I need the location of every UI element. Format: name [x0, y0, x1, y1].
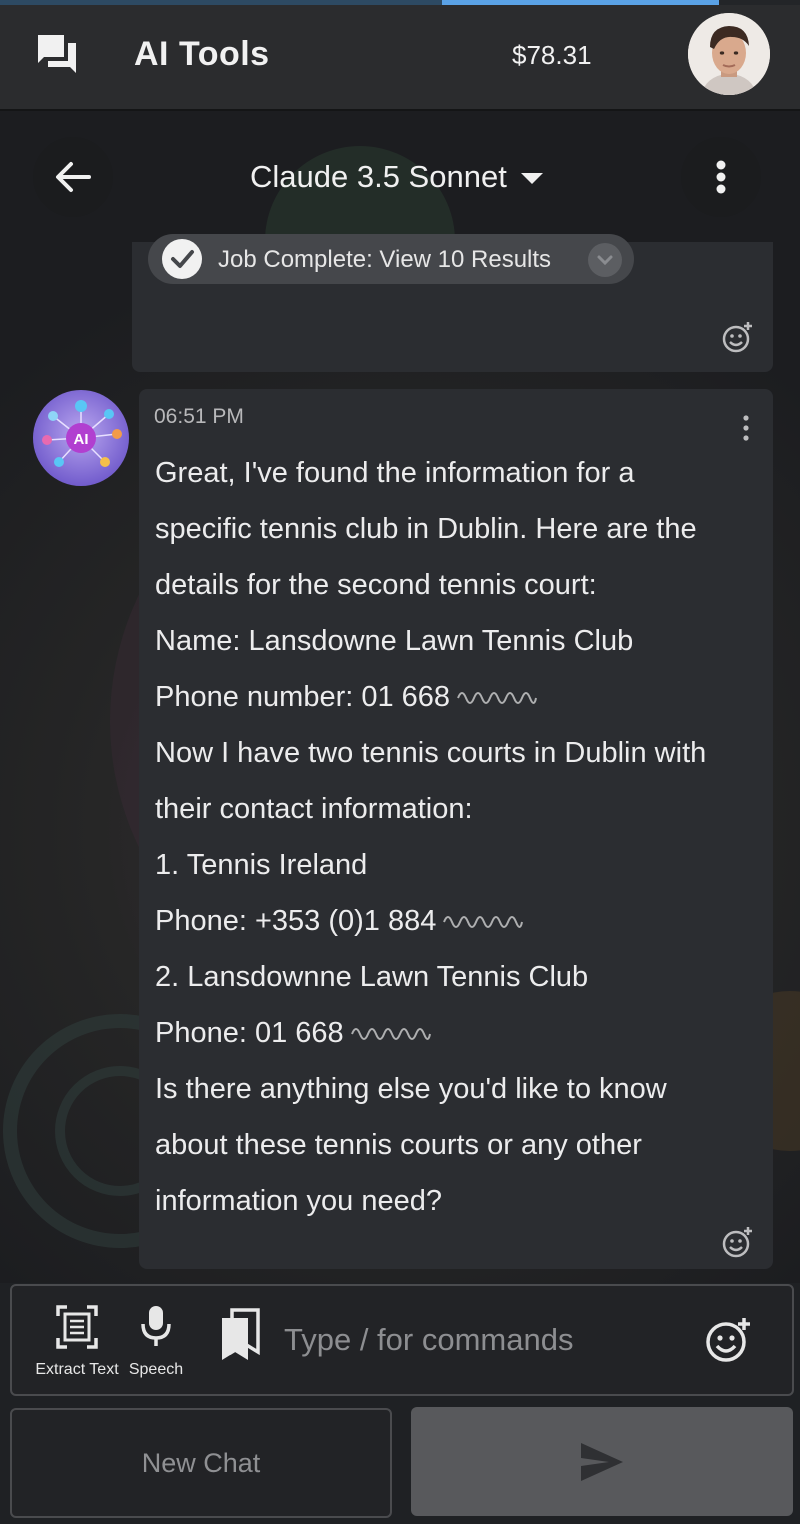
conversation-area[interactable]: Claude 3.5 Sonnet Job Complete: View 10 …: [0, 111, 800, 1283]
svg-text:AI: AI: [74, 431, 89, 448]
message-line-with-redaction: Phone: +353 (0)1 884: [155, 893, 767, 949]
new-chat-button[interactable]: New Chat: [10, 1408, 392, 1518]
speech-label: Speech: [128, 1361, 184, 1378]
assistant-avatar: AI: [33, 390, 129, 486]
message-line-with-redaction: Phone: 01 668: [155, 1005, 767, 1061]
emoji-add-icon[interactable]: [721, 320, 755, 354]
emoji-add-icon[interactable]: [704, 1316, 752, 1364]
user-avatar[interactable]: [688, 13, 770, 95]
model-selector[interactable]: Claude 3.5 Sonnet: [250, 159, 543, 195]
extract-text-button[interactable]: Extract Text: [32, 1304, 122, 1379]
message-line: 1. Tennis Ireland: [155, 849, 368, 881]
message-timestamp: 06:51 PM: [154, 405, 244, 428]
message-input[interactable]: [282, 1314, 686, 1366]
message-line: Great, I've found the information for a: [155, 457, 635, 489]
message-line: specific tennis club in Dublin. Here are…: [155, 513, 697, 545]
message-text: Great, I've found the information for a …: [155, 445, 767, 1229]
message-line: Now I have two tennis courts in Dublin w…: [155, 737, 707, 769]
message-line: Name: Lansdowne Lawn Tennis Club: [155, 625, 634, 657]
message-line: Phone: +353 (0)1 884: [155, 905, 437, 937]
send-button[interactable]: [411, 1407, 793, 1516]
send-icon: [581, 1443, 623, 1481]
bookmarks-icon[interactable]: [218, 1308, 264, 1360]
emoji-add-icon[interactable]: [721, 1225, 755, 1259]
message-line: details for the second tennis court:: [155, 569, 597, 601]
message-line: information you need?: [155, 1185, 442, 1217]
message-line: their contact information:: [155, 793, 473, 825]
speech-button[interactable]: Speech: [126, 1304, 186, 1379]
top-app-bar: AI Tools $78.31: [0, 5, 800, 111]
redaction-scribble: [443, 916, 524, 929]
job-status-pill[interactable]: Job Complete: View 10 Results: [148, 234, 634, 284]
chevron-down-icon[interactable]: [588, 243, 622, 277]
message-line: Phone: 01 668: [155, 1017, 344, 1049]
account-balance: $78.31: [512, 40, 592, 70]
job-status-label: Job Complete: View 10 Results: [218, 246, 552, 273]
more-options-button[interactable]: [681, 137, 761, 217]
caret-down-icon: [520, 173, 543, 185]
message-composer: Extract Text Speech: [10, 1284, 794, 1396]
previous-message-bubble: Job Complete: View 10 Results: [132, 234, 773, 372]
microphone-icon: [141, 1306, 171, 1346]
vertical-dots-icon: [716, 160, 726, 194]
message-line: 2. Lansdownne Lawn Tennis Club: [155, 961, 589, 993]
model-name: Claude 3.5 Sonnet: [250, 159, 507, 194]
extract-text-label: Extract Text: [35, 1361, 119, 1378]
scan-text-icon: [56, 1305, 98, 1349]
check-circle-icon: [162, 239, 202, 279]
message-line: Phone number: 01 668: [155, 681, 451, 713]
redaction-scribble: [350, 1028, 431, 1041]
app-title: AI Tools: [134, 35, 270, 73]
message-menu-icon[interactable]: [741, 415, 751, 441]
message-line: about these tennis courts or any other: [155, 1129, 642, 1161]
chat-header: Claude 3.5 Sonnet: [0, 111, 800, 241]
chat-bubbles-icon[interactable]: [36, 33, 80, 77]
back-button[interactable]: [33, 137, 113, 217]
message-line: Is there anything else you'd like to kno…: [155, 1073, 667, 1105]
message-line-with-redaction: Phone number: 01 668: [155, 669, 767, 725]
redaction-scribble: [457, 692, 538, 705]
assistant-message-bubble: 06:51 PM Great, I've found the informati…: [139, 389, 773, 1269]
arrow-left-icon: [56, 162, 91, 192]
